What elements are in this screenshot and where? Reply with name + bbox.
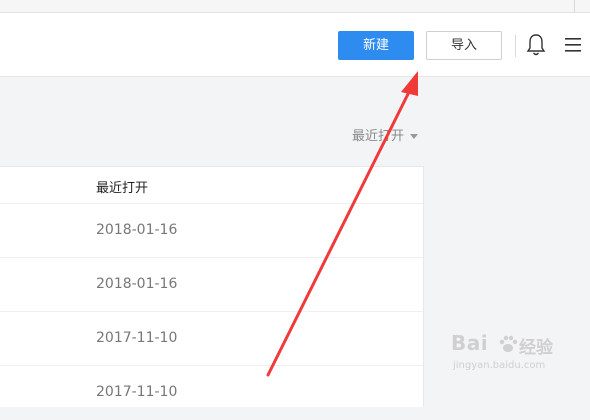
caret-down-icon: [410, 134, 419, 139]
table-row[interactable]: 2018-01-16: [0, 257, 423, 312]
row-date: 2018-01-16: [96, 276, 178, 292]
new-button[interactable]: 新建: [338, 31, 414, 60]
file-table: 最近打开 2018-01-16 2018-01-16 2017-11-10 20…: [0, 166, 424, 407]
bell-icon[interactable]: [525, 33, 547, 57]
watermark: Bai 经验 jingyan.baidu.com: [451, 331, 561, 381]
column-header-recent[interactable]: 最近打开: [96, 177, 148, 196]
watermark-url: jingyan.baidu.com: [453, 360, 546, 371]
row-date: 2018-01-16: [96, 222, 178, 238]
watermark-jingyan: 经验: [519, 338, 553, 358]
import-button[interactable]: 导入: [426, 31, 502, 60]
menu-icon[interactable]: [563, 35, 583, 55]
toolbar-divider: [515, 35, 516, 57]
row-date: 2017-11-10: [96, 384, 178, 400]
row-date: 2017-11-10: [96, 330, 178, 346]
sort-label: 最近打开: [352, 129, 405, 144]
paw-icon: [499, 335, 518, 352]
table-row[interactable]: 2018-01-16: [0, 203, 423, 258]
window-top-strip: [0, 0, 590, 13]
app-header: 新建 导入: [0, 13, 590, 77]
watermark-brand: Bai: [451, 331, 489, 355]
window-edge: [574, 0, 575, 12]
table-row[interactable]: 2017-11-10: [0, 311, 423, 366]
sort-dropdown[interactable]: 最近打开: [352, 127, 419, 147]
